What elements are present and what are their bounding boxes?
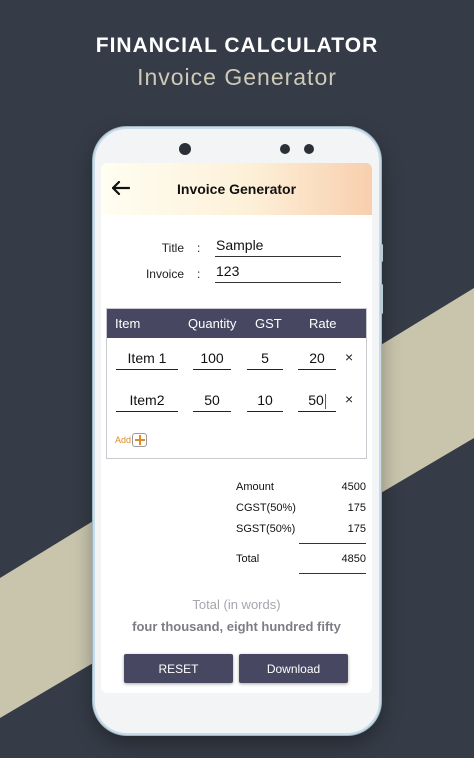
- promo-subtitle: Invoice Generator: [137, 64, 337, 90]
- colon: :: [197, 267, 201, 281]
- header-item: Item: [115, 316, 141, 331]
- divider: [299, 573, 366, 574]
- table-row: Item2 50 10 50 ×: [107, 390, 366, 414]
- header-rate: Rate: [309, 316, 337, 331]
- reset-button[interactable]: RESET: [124, 654, 233, 683]
- cgst-label: CGST(50%): [236, 502, 296, 514]
- sgst-value: 175: [347, 523, 366, 535]
- promo-title: FINANCIAL CALCULATOR: [95, 34, 379, 57]
- title-label: Title: [161, 241, 184, 255]
- text-caret: [324, 393, 326, 409]
- cgst-value: 175: [347, 502, 366, 514]
- quantity-input[interactable]: 50: [193, 390, 231, 412]
- item-name-input[interactable]: Item2: [116, 390, 178, 412]
- close-icon[interactable]: ×: [345, 391, 353, 407]
- sgst-label: SGST(50%): [236, 523, 296, 535]
- gst-input[interactable]: 5: [247, 348, 283, 370]
- divider: [299, 543, 366, 544]
- item-name-input[interactable]: Item 1: [116, 348, 178, 370]
- rate-input-active[interactable]: 50: [298, 390, 336, 412]
- front-camera-icon: [179, 143, 191, 155]
- add-item-button[interactable]: Add: [115, 433, 148, 447]
- arrow-left-icon[interactable]: [101, 178, 141, 201]
- sensor-icon: [280, 144, 290, 154]
- gst-input[interactable]: 10: [247, 390, 283, 412]
- total-value: 4850: [341, 553, 366, 565]
- title-input[interactable]: Sample: [215, 237, 341, 257]
- invoice-input[interactable]: 123: [215, 263, 341, 283]
- rate-value: 50: [308, 392, 324, 408]
- title-field-row: Title : Sample: [101, 237, 372, 259]
- total-in-words-label: Total (in words): [192, 597, 281, 612]
- download-button[interactable]: Download: [239, 654, 348, 683]
- phone-side-button: [380, 244, 383, 262]
- total-label: Total: [236, 553, 260, 565]
- invoice-label: Invoice: [145, 267, 184, 281]
- header-gst: GST: [255, 316, 282, 331]
- sensor-icon: [304, 144, 314, 154]
- plus-icon: [132, 433, 148, 447]
- header-quantity: Quantity: [188, 316, 237, 331]
- app-header: Invoice Generator: [101, 163, 372, 215]
- app-screen: Invoice Generator Title : Sample Invoice…: [101, 163, 372, 693]
- close-icon[interactable]: ×: [345, 349, 353, 365]
- invoice-field-row: Invoice : 123: [101, 263, 372, 285]
- amount-label: Amount: [236, 481, 274, 493]
- items-table: Item Quantity GST Rate Item 1 100 5 20 ×…: [106, 308, 367, 459]
- phone-side-button: [380, 284, 383, 314]
- add-label: Add: [115, 435, 132, 445]
- quantity-input[interactable]: 100: [193, 348, 231, 370]
- amount-value: 4500: [341, 481, 366, 493]
- rate-input[interactable]: 20: [298, 348, 336, 370]
- table-row: Item 1 100 5 20 ×: [107, 348, 366, 372]
- colon: :: [197, 241, 201, 255]
- items-table-header: Item Quantity GST Rate: [107, 309, 366, 338]
- page-title: Invoice Generator: [177, 181, 297, 197]
- total-in-words-value: four thousand, eight hundred fifty: [132, 619, 341, 634]
